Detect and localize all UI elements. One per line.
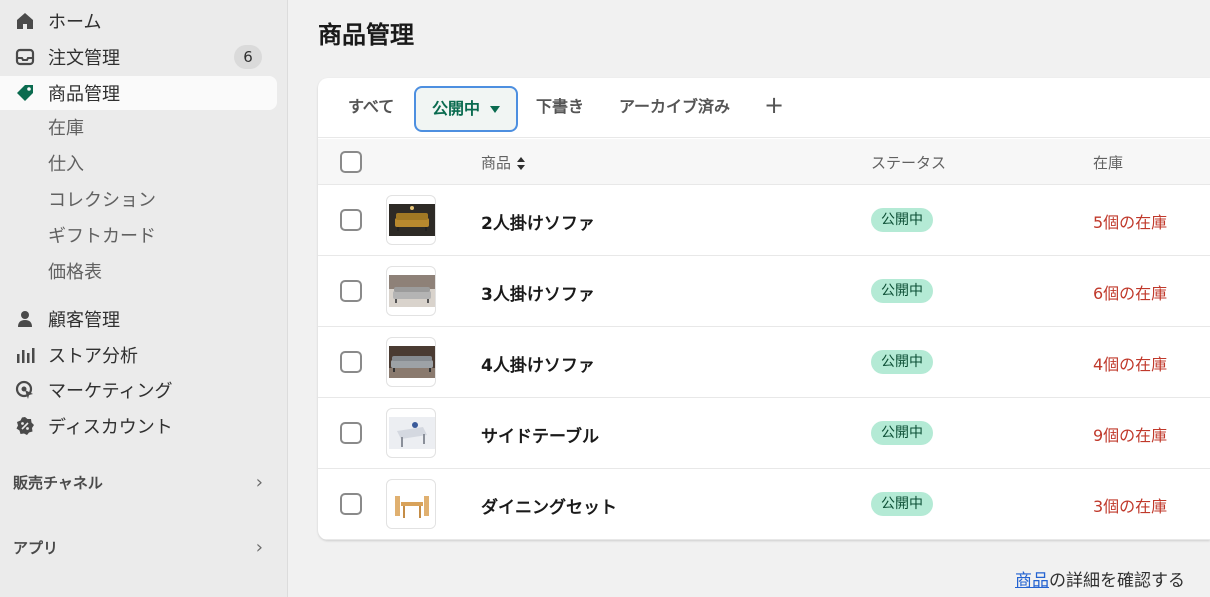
product-name[interactable]: ダイニングセット [481,493,617,518]
sidebar-item-discounts[interactable]: ディスカウント [0,409,277,443]
products-help-link[interactable]: 商品 [1015,571,1049,591]
sidebar-section-apps[interactable]: アプリ › [13,535,263,559]
sidebar-item-marketing[interactable]: マーケティング [0,373,277,407]
status-badge: 公開中 [871,208,933,232]
inventory-count: 5個の在庫 [1093,213,1168,232]
status-badge: 公開中 [871,350,933,374]
sidebar-subitem-collections[interactable]: コレクション [48,186,156,216]
inventory-count: 4個の在庫 [1093,355,1168,374]
sidebar-item-label: ストア分析 [48,346,138,367]
chevron-right-icon: › [255,471,263,493]
sidebar-item-analytics[interactable]: ストア分析 [0,338,277,372]
sidebar: ホーム 注文管理 6 商品管理 在庫 仕入 コレクション ギフトカード 価格表 … [0,0,288,597]
sidebar-item-customers[interactable]: 顧客管理 [0,302,277,336]
sidebar-item-label: 注文管理 [48,48,120,69]
sidebar-subitem-purchase[interactable]: 仕入 [48,150,84,180]
sidebar-subitem-gift-cards[interactable]: ギフトカード [48,222,156,252]
target-icon [15,380,35,400]
row-checkbox[interactable] [340,422,362,444]
sidebar-item-label: 顧客管理 [48,310,120,331]
product-thumbnail [386,337,436,387]
sidebar-item-products[interactable]: 商品管理 [0,76,277,110]
status-badge: 公開中 [871,279,933,303]
sidebar-subitem-price-lists[interactable]: 価格表 [48,258,102,288]
table-row[interactable]: 2人掛けソファ 公開中 5個の在庫 [318,185,1210,256]
chevron-right-icon: › [255,536,263,558]
table-row[interactable]: 4人掛けソファ 公開中 4個の在庫 [318,327,1210,398]
person-icon [15,309,35,329]
tab-active[interactable]: 公開中 [414,86,519,132]
product-name[interactable]: 3人掛けソファ [481,280,595,305]
product-name[interactable]: サイドテーブル [481,422,599,447]
status-badge: 公開中 [871,492,933,516]
select-all-checkbox[interactable] [340,151,362,173]
tab-all[interactable]: すべて [348,90,394,124]
inventory-count: 9個の在庫 [1093,426,1168,445]
add-view-button[interactable]: + [764,88,784,122]
row-checkbox[interactable] [340,209,362,231]
tag-icon [15,83,35,103]
inventory-count: 6個の在庫 [1093,284,1168,303]
sidebar-item-label: ディスカウント [48,417,173,438]
order-count-badge: 6 [234,45,262,69]
sidebar-subitem-inventory[interactable]: 在庫 [48,114,84,144]
row-checkbox[interactable] [340,351,362,373]
product-thumbnail [386,479,436,529]
home-icon [15,11,35,31]
sidebar-item-home[interactable]: ホーム [0,4,277,38]
row-checkbox[interactable] [340,493,362,515]
caret-down-icon [490,106,501,113]
help-text: の詳細を確認する [1049,571,1185,591]
product-thumbnail [386,195,436,245]
product-name[interactable]: 4人掛けソファ [481,351,595,376]
status-badge: 公開中 [871,421,933,445]
filter-tabs: すべて 公開中 下書き アーカイブ済み + [318,78,1210,138]
table-header: 商品 ステータス 在庫 [318,139,1210,185]
inbox-icon [15,47,35,67]
section-label: アプリ [13,538,59,557]
product-name[interactable]: 2人掛けソファ [481,209,595,234]
product-thumbnail [386,266,436,316]
column-inventory: 在庫 [1093,154,1124,172]
column-label: 商品 [481,154,512,172]
sidebar-section-sales-channels[interactable]: 販売チャネル › [13,470,263,494]
row-checkbox[interactable] [340,280,362,302]
column-status: ステータス [871,154,947,172]
table-row[interactable]: サイドテーブル 公開中 9個の在庫 [318,398,1210,469]
tab-label: 公開中 [432,99,481,118]
section-label: 販売チャネル [13,473,103,492]
inventory-count: 3個の在庫 [1093,497,1168,516]
column-product[interactable]: 商品 [481,152,526,173]
products-card: すべて 公開中 下書き アーカイブ済み + 商品 ステータス 在庫 2人掛けソフ… [318,78,1210,540]
sidebar-item-label: ホーム [48,12,102,33]
table-row[interactable]: 3人掛けソファ 公開中 6個の在庫 [318,256,1210,327]
sidebar-item-label: マーケティング [48,381,173,402]
tab-archived[interactable]: アーカイブ済み [619,90,730,124]
page-title: 商品管理 [318,21,414,49]
table-row[interactable]: ダイニングセット 公開中 3個の在庫 [318,469,1210,540]
sort-icon [517,156,526,171]
sidebar-item-label: 商品管理 [48,84,120,105]
bar-chart-icon [15,345,35,365]
discount-icon [15,416,35,436]
sidebar-item-orders[interactable]: 注文管理 6 [0,40,277,74]
tab-draft[interactable]: 下書き [536,90,584,124]
help-footer: 商品の詳細を確認する [1015,566,1185,591]
product-thumbnail [386,408,436,458]
